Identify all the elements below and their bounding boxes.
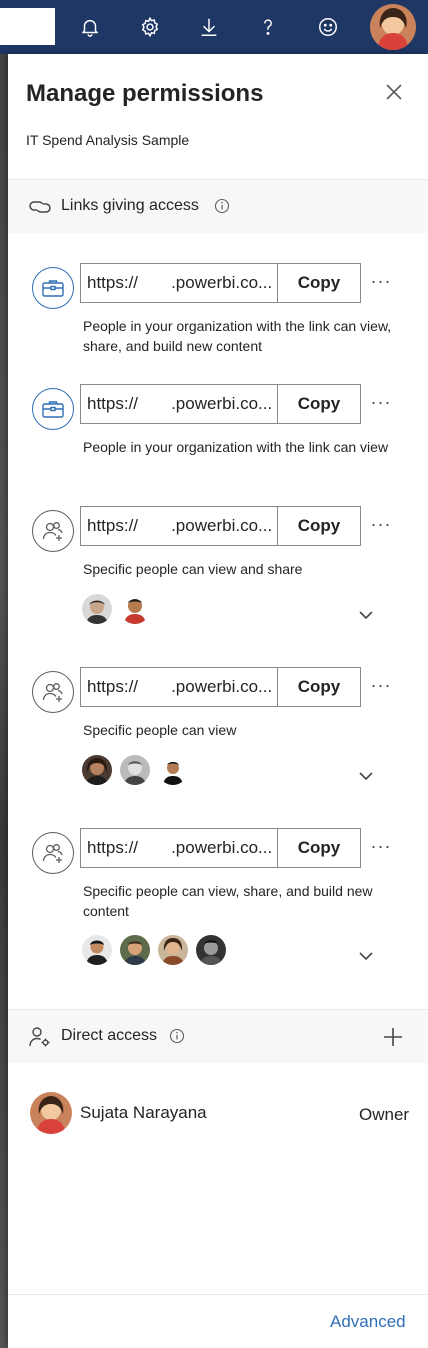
more-options-icon[interactable]: ··· xyxy=(368,514,394,534)
add-icon[interactable] xyxy=(383,1027,403,1047)
avatar[interactable] xyxy=(120,594,150,624)
copy-link-button[interactable]: Copy xyxy=(277,828,361,868)
more-options-icon[interactable]: ··· xyxy=(368,675,394,695)
copy-link-button[interactable]: Copy xyxy=(277,667,361,707)
specific-people-icon xyxy=(32,671,74,713)
person-settings-icon xyxy=(29,1027,50,1047)
info-icon[interactable] xyxy=(214,198,230,214)
bell-icon[interactable] xyxy=(73,10,107,44)
search-box[interactable] xyxy=(0,8,55,45)
more-options-icon[interactable]: ··· xyxy=(368,392,394,412)
links-section-label: Links giving access xyxy=(61,197,199,214)
links-section-header: Links giving access xyxy=(8,179,428,233)
copy-link-button[interactable]: Copy xyxy=(277,506,361,546)
specific-people-icon xyxy=(32,510,74,552)
more-options-icon[interactable]: ··· xyxy=(368,836,394,856)
help-icon[interactable] xyxy=(251,10,285,44)
link-icon xyxy=(29,201,51,213)
link-url-field[interactable]: https:// .powerbi.co... xyxy=(80,667,278,707)
link-description: Specific people can view xyxy=(83,722,237,738)
link-url-field[interactable]: https:// .powerbi.co... xyxy=(80,263,278,303)
avatar[interactable] xyxy=(82,594,112,624)
copy-link-button[interactable]: Copy xyxy=(277,384,361,424)
advanced-link[interactable]: Advanced xyxy=(330,1312,406,1332)
link-url-field[interactable]: https:// .powerbi.co... xyxy=(80,828,278,868)
link-url-field[interactable]: https:// .powerbi.co... xyxy=(80,384,278,424)
link-description: Specific people can view, share, and bui… xyxy=(83,883,373,919)
avatar[interactable] xyxy=(120,755,150,785)
link-description: People in your organization with the lin… xyxy=(83,318,392,354)
avatar[interactable] xyxy=(30,1092,72,1134)
organization-link-icon xyxy=(32,388,74,430)
avatar[interactable] xyxy=(196,935,226,965)
chevron-down-icon[interactable] xyxy=(358,609,374,621)
download-icon[interactable] xyxy=(192,10,226,44)
direct-access-section-header: Direct access xyxy=(8,1009,428,1063)
info-icon[interactable] xyxy=(169,1028,185,1044)
top-bar xyxy=(0,0,428,54)
panel-title: Manage permissions xyxy=(26,80,264,107)
avatar-group xyxy=(82,594,150,624)
panel-footer: Advanced xyxy=(8,1294,428,1348)
chevron-down-icon[interactable] xyxy=(358,950,374,962)
link-url-field[interactable]: https:// .powerbi.co... xyxy=(80,506,278,546)
smiley-icon[interactable] xyxy=(311,10,345,44)
avatar[interactable] xyxy=(82,935,112,965)
avatar[interactable] xyxy=(82,755,112,785)
user-role: Owner xyxy=(359,1105,410,1124)
more-options-icon[interactable]: ··· xyxy=(368,271,394,291)
avatar[interactable] xyxy=(120,935,150,965)
report-name: IT Spend Analysis Sample xyxy=(26,132,190,148)
close-icon[interactable] xyxy=(380,78,408,106)
avatar-group xyxy=(82,935,226,965)
avatar[interactable] xyxy=(158,935,188,965)
link-description: Specific people can view and share xyxy=(83,561,303,577)
manage-permissions-panel: Manage permissions IT Spend Analysis Sam… xyxy=(8,54,428,1348)
avatar[interactable] xyxy=(158,755,188,785)
copy-link-button[interactable]: Copy xyxy=(277,263,361,303)
avatar-group xyxy=(82,755,188,785)
chevron-down-icon[interactable] xyxy=(358,770,374,782)
user-name: Sujata Narayana xyxy=(80,1103,207,1122)
user-row: Sujata Narayana Owner xyxy=(8,1092,428,1148)
organization-link-icon xyxy=(32,267,74,309)
direct-access-label: Direct access xyxy=(61,1027,158,1044)
profile-avatar[interactable] xyxy=(370,4,416,50)
specific-people-icon xyxy=(32,832,74,874)
gear-icon[interactable] xyxy=(133,10,167,44)
link-description: People in your organization with the lin… xyxy=(83,439,389,455)
